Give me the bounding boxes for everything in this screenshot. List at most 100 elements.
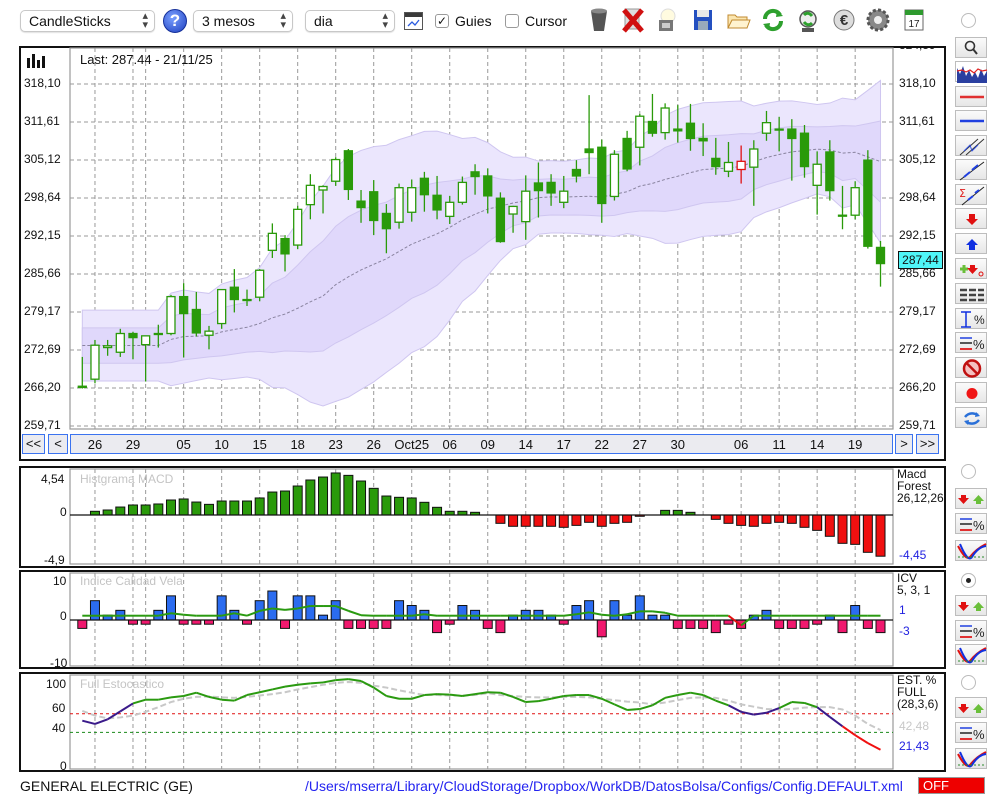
chevron-updown-icon: ▴ ▾: [142, 10, 148, 31]
trash-icon[interactable]: [585, 6, 613, 34]
config-path-link[interactable]: /Users/mserra/Library/CloudStorage/Dropb…: [305, 778, 903, 794]
left-price-label: 285,66: [24, 266, 61, 280]
candle-body: [407, 187, 417, 213]
refresh-icon[interactable]: [759, 6, 787, 34]
macd-levels-button[interactable]: %: [955, 513, 987, 534]
candle-body: [140, 335, 151, 346]
red-line-button[interactable]: [955, 86, 987, 107]
nav-prev-button[interactable]: <: [48, 434, 68, 454]
icv-signals-button[interactable]: [955, 595, 987, 616]
macd-title: Histgrama MACD: [80, 472, 174, 486]
date-axis-label: 14: [518, 437, 533, 452]
stoch-signals-button[interactable]: [955, 697, 987, 718]
macd-bar: [571, 514, 582, 526]
chart-window-icon[interactable]: [404, 12, 423, 30]
icv-cross-button[interactable]: [955, 644, 987, 665]
stoch-k-segment: [310, 681, 324, 685]
sell-signal-button[interactable]: [955, 208, 987, 229]
record-button[interactable]: [955, 382, 987, 403]
macd-bar: [153, 503, 164, 516]
buy-signal-button[interactable]: [955, 233, 987, 254]
guides-label: Guies: [455, 13, 492, 29]
crossing-lines-icon: [957, 543, 987, 560]
macd-bar: [736, 514, 747, 526]
macd-bar: [204, 503, 214, 516]
macd-bar: [799, 514, 810, 528]
macd-cross-button[interactable]: [955, 540, 987, 561]
blue-line-button[interactable]: [955, 110, 987, 131]
interval-select[interactable]: dia ▴ ▾: [305, 10, 395, 32]
off-toggle[interactable]: OFF: [918, 777, 985, 794]
guides-checkbox[interactable]: ✓: [435, 14, 449, 28]
icv-bar: [786, 619, 797, 629]
candle-body: [166, 295, 176, 335]
macd-panel-radio[interactable]: [961, 464, 976, 479]
date-axis-label: 27: [632, 437, 647, 452]
chart-type-select[interactable]: CandleSticks ▴ ▾: [20, 10, 155, 32]
macd-signals-button[interactable]: [955, 488, 987, 509]
euro-icon[interactable]: €: [830, 6, 858, 34]
trendline-button[interactable]: [955, 159, 987, 181]
add-signal-button[interactable]: [955, 258, 987, 279]
stoch-cross-button[interactable]: [955, 748, 987, 769]
icv-bar: [862, 619, 873, 629]
icv-bar: [406, 605, 417, 621]
candle-body: [850, 187, 860, 216]
stoch-levels-button[interactable]: %: [955, 722, 987, 743]
svg-text:%: %: [973, 727, 985, 742]
open-folder-icon[interactable]: [724, 6, 752, 34]
right-price-label: 285,66: [899, 266, 936, 280]
left-price-label: 311,61: [24, 114, 60, 128]
range-percent-button[interactable]: %: [955, 308, 987, 329]
recycle-icon[interactable]: [794, 6, 822, 34]
nav-next-button[interactable]: >: [895, 434, 913, 454]
macd-bar: [292, 485, 303, 516]
icv-name-line: 5, 3, 1: [897, 583, 931, 597]
icv-signal-segment: [183, 613, 197, 617]
help-icon[interactable]: ?: [163, 9, 187, 33]
cursor-checkbox[interactable]: [505, 14, 519, 28]
period-select[interactable]: 3 mesos ▴ ▾: [193, 10, 293, 32]
lamp-icon[interactable]: [653, 6, 681, 34]
candle-body: [546, 181, 556, 194]
candle-body: [432, 194, 442, 211]
macd-name: Macd Forest 26,12,26: [897, 468, 944, 504]
candle: [255, 269, 265, 302]
calendar-icon[interactable]: 17: [900, 6, 928, 34]
grid-lines-button[interactable]: [955, 283, 987, 304]
zoom-tool-button[interactable]: [955, 37, 987, 58]
nav-first-button[interactable]: <<: [22, 434, 45, 454]
levels-percent-button[interactable]: %: [955, 332, 987, 353]
candle-body: [470, 171, 480, 178]
bar-chart-icon[interactable]: [26, 52, 48, 68]
date-axis-label: 14: [809, 437, 825, 452]
gear-icon[interactable]: [864, 6, 892, 34]
clear-button[interactable]: [955, 357, 987, 378]
delete-x-icon[interactable]: [619, 6, 647, 34]
candle-body: [521, 190, 531, 223]
main-panel-radio[interactable]: [961, 13, 976, 28]
left-price-label: 279,17: [24, 304, 61, 318]
icv-bar: [229, 609, 240, 621]
company-name: GENERAL ELECTRIC (GE): [20, 778, 193, 794]
right-price-label: 259,71: [899, 417, 936, 432]
nav-last-button[interactable]: >>: [916, 434, 939, 454]
volume-overlay-button[interactable]: [955, 61, 988, 83]
icv-bar: [799, 619, 810, 629]
down-up-arrows-icon: [958, 602, 984, 611]
candle-body: [774, 128, 784, 131]
sync-button[interactable]: [955, 407, 987, 428]
date-axis-label: 11: [772, 437, 786, 452]
macd-bar: [533, 514, 544, 527]
stoch-title: Full Estocastico: [80, 677, 165, 691]
candle: [609, 150, 620, 201]
save-icon[interactable]: [689, 6, 717, 34]
sigma-trendline-button[interactable]: Σ: [955, 184, 987, 206]
candle-body: [102, 345, 113, 349]
stoch-panel-radio[interactable]: [961, 675, 976, 690]
icv-panel-radio-selected[interactable]: [961, 573, 976, 588]
candle-body: [331, 158, 341, 182]
channel-button[interactable]: [955, 135, 987, 156]
chevron-updown-icon: ▴ ▾: [382, 10, 388, 31]
icv-levels-button[interactable]: %: [955, 620, 987, 641]
